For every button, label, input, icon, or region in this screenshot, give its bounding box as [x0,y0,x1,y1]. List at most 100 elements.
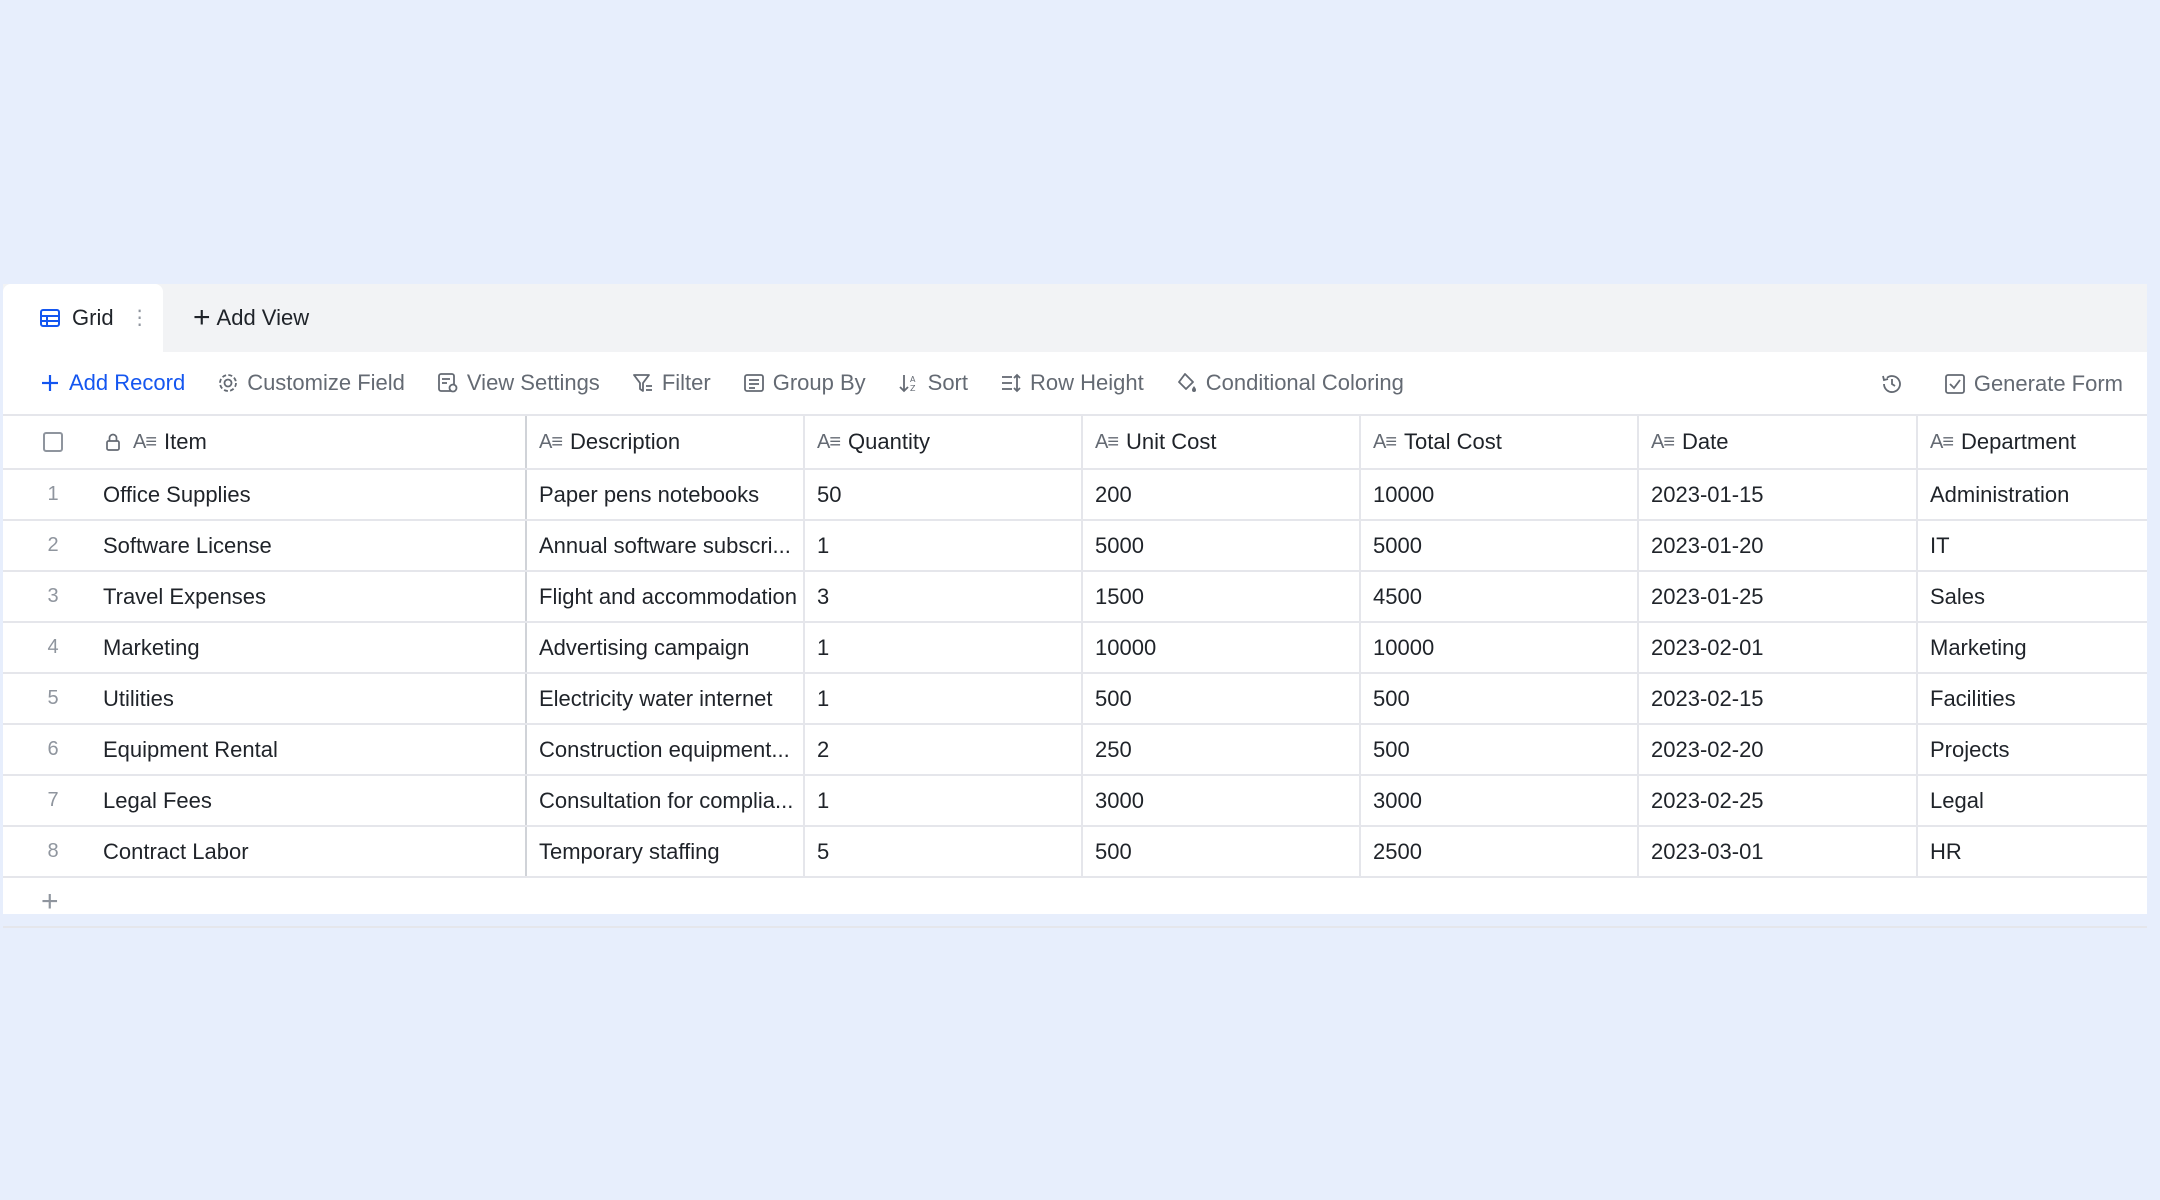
row-height-button[interactable]: Row Height [1000,370,1144,396]
tab-grid[interactable]: Grid ⋮ [3,284,163,352]
cell-item[interactable]: Contract Labor [103,827,527,876]
group-by-label: Group By [772,370,866,395]
table-row[interactable]: 6 Equipment Rental Construction equipmen… [3,725,2147,776]
column-header-department[interactable]: A≡ Department [1918,416,2147,468]
generate-form-button[interactable]: Generate Form [1944,371,2123,397]
toolbar-right: Generate Form [1880,352,2123,416]
conditional-coloring-button[interactable]: Conditional Coloring [1176,370,1404,396]
cell-department[interactable]: Facilities [1918,674,2147,723]
row-number: 5 [47,687,59,709]
cell-item[interactable]: Travel Expenses [103,572,527,621]
column-header-unit-cost[interactable]: A≡ Unit Cost [1083,416,1361,468]
sort-button[interactable]: AZ Sort [898,370,968,396]
column-header-date[interactable]: A≡ Date [1639,416,1918,468]
row-number: 1 [47,483,59,505]
cell-total-cost[interactable]: 10000 [1361,470,1639,519]
cell-unit-cost[interactable]: 5000 [1083,521,1361,570]
cell-quantity[interactable]: 1 [805,623,1083,672]
cell-description[interactable]: Annual software subscri... [527,521,805,570]
cell-department[interactable]: HR [1918,827,2147,876]
text-type-icon: A≡ [817,430,841,453]
cell-department[interactable]: Legal [1918,776,2147,825]
cell-department[interactable]: Projects [1918,725,2147,774]
add-view-button[interactable]: + Add View [193,284,309,352]
cell-description[interactable]: Flight and accommodation [527,572,805,621]
cell-total-cost[interactable]: 10000 [1361,623,1639,672]
cell-total-cost[interactable]: 500 [1361,725,1639,774]
view-settings-button[interactable]: View Settings [437,370,600,396]
grid-table-icon [40,309,60,327]
table-row[interactable]: 7 Legal Fees Consultation for complia...… [3,776,2147,827]
select-all-checkbox[interactable] [43,432,63,452]
cell-quantity[interactable]: 50 [805,470,1083,519]
cell-date[interactable]: 2023-02-15 [1639,674,1918,723]
cell-description[interactable]: Construction equipment... [527,725,805,774]
add-row-button[interactable]: + [3,878,2147,928]
cell-description[interactable]: Paper pens notebooks [527,470,805,519]
cell-item[interactable]: Legal Fees [103,776,527,825]
column-header-item[interactable]: A≡ Item [103,416,527,468]
cell-quantity[interactable]: 1 [805,776,1083,825]
cell-department[interactable]: IT [1918,521,2147,570]
cell-quantity[interactable]: 2 [805,725,1083,774]
cell-date[interactable]: 2023-01-15 [1639,470,1918,519]
cell-date[interactable]: 2023-01-20 [1639,521,1918,570]
cell-unit-cost[interactable]: 3000 [1083,776,1361,825]
cell-total-cost[interactable]: 4500 [1361,572,1639,621]
add-record-button[interactable]: Add Record [39,370,185,396]
more-vertical-icon[interactable]: ⋮ [130,308,150,328]
cell-department[interactable]: Administration [1918,470,2147,519]
toolbar: Add Record Customize Field View Settings… [3,352,2147,416]
history-icon[interactable] [1880,372,1904,396]
cell-unit-cost[interactable]: 500 [1083,827,1361,876]
select-all-cell [3,416,103,468]
cell-description[interactable]: Temporary staffing [527,827,805,876]
cell-item[interactable]: Software License [103,521,527,570]
cell-unit-cost[interactable]: 500 [1083,674,1361,723]
cell-description[interactable]: Electricity water internet [527,674,805,723]
cell-unit-cost[interactable]: 200 [1083,470,1361,519]
cell-quantity[interactable]: 1 [805,674,1083,723]
cell-unit-cost[interactable]: 250 [1083,725,1361,774]
cell-total-cost[interactable]: 2500 [1361,827,1639,876]
cell-unit-cost[interactable]: 10000 [1083,623,1361,672]
cell-date[interactable]: 2023-01-25 [1639,572,1918,621]
view-settings-label: View Settings [466,370,600,395]
cell-item[interactable]: Utilities [103,674,527,723]
cell-total-cost[interactable]: 500 [1361,674,1639,723]
cell-quantity[interactable]: 1 [805,521,1083,570]
customize-field-button[interactable]: Customize Field [217,370,405,396]
table-row[interactable]: 1 Office Supplies Paper pens notebooks 5… [3,470,2147,521]
row-number: 7 [47,789,59,811]
cell-department[interactable]: Marketing [1918,623,2147,672]
cell-unit-cost[interactable]: 1500 [1083,572,1361,621]
cell-quantity[interactable]: 3 [805,572,1083,621]
cell-item[interactable]: Equipment Rental [103,725,527,774]
group-by-icon [743,374,764,392]
cell-total-cost[interactable]: 3000 [1361,776,1639,825]
table-row[interactable]: 2 Software License Annual software subsc… [3,521,2147,572]
cell-total-cost[interactable]: 5000 [1361,521,1639,570]
cell-item[interactable]: Office Supplies [103,470,527,519]
column-header-description[interactable]: A≡ Description [527,416,805,468]
table-row[interactable]: 3 Travel Expenses Flight and accommodati… [3,572,2147,623]
cell-date[interactable]: 2023-02-01 [1639,623,1918,672]
view-tab-bar: Grid ⋮ + Add View [3,284,2147,352]
cell-quantity[interactable]: 5 [805,827,1083,876]
cell-description[interactable]: Advertising campaign [527,623,805,672]
cell-date[interactable]: 2023-02-25 [1639,776,1918,825]
table-row[interactable]: 4 Marketing Advertising campaign 1 10000… [3,623,2147,674]
cell-item[interactable]: Marketing [103,623,527,672]
cell-description[interactable]: Consultation for complia... [527,776,805,825]
column-header-quantity[interactable]: A≡ Quantity [805,416,1083,468]
table-row[interactable]: 5 Utilities Electricity water internet 1… [3,674,2147,725]
column-label: Department [1961,429,2076,454]
cell-date[interactable]: 2023-02-20 [1639,725,1918,774]
table-row[interactable]: 8 Contract Labor Temporary staffing 5 50… [3,827,2147,878]
cell-date[interactable]: 2023-03-01 [1639,827,1918,876]
filter-button[interactable]: Filter [632,370,711,396]
group-by-button[interactable]: Group By [743,370,866,396]
cell-department[interactable]: Sales [1918,572,2147,621]
svg-text:A: A [910,375,916,384]
column-header-total-cost[interactable]: A≡ Total Cost [1361,416,1639,468]
